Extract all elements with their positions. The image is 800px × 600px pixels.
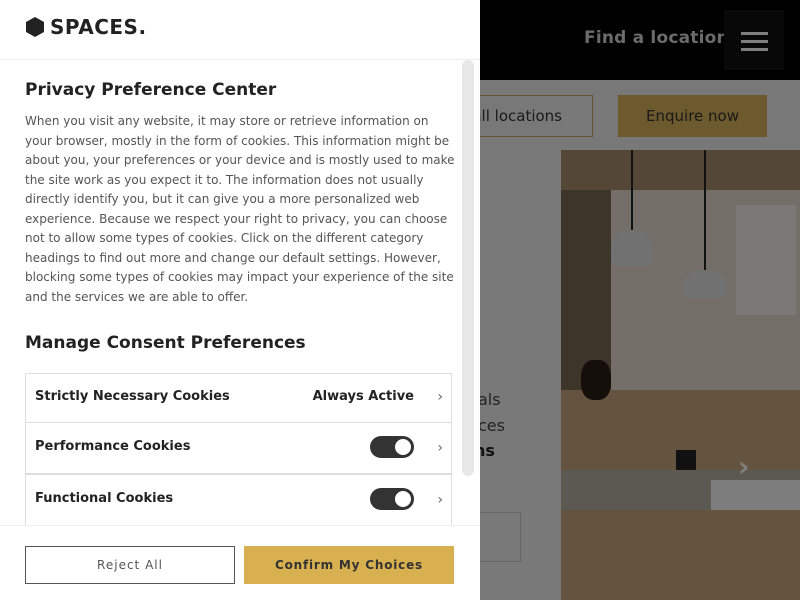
privacy-description: When you visit any website, it may store… [25, 114, 455, 304]
category-label: Functional Cookies [35, 491, 174, 506]
category-label: Strictly Necessary Cookies [35, 389, 230, 404]
panel-header: SPACES. [0, 0, 480, 60]
performance-toggle[interactable] [370, 436, 414, 458]
chevron-right-icon: › [437, 492, 443, 508]
privacy-title: Privacy Preference Center [25, 80, 277, 100]
cookie-category-functional[interactable]: Functional Cookies › [25, 474, 452, 526]
hexagon-icon [26, 17, 44, 37]
privacy-panel: SPACES. Privacy Preference Center When y… [0, 0, 480, 600]
reject-all-button[interactable]: Reject All [25, 546, 235, 584]
spaces-logo: SPACES. [26, 15, 147, 39]
panel-scrollbar[interactable] [462, 60, 474, 476]
cookie-category-performance[interactable]: Performance Cookies › [25, 422, 452, 474]
functional-toggle[interactable] [370, 488, 414, 510]
manage-consent-title: Manage Consent Preferences [25, 333, 306, 353]
chevron-right-icon: › [437, 440, 443, 456]
category-label: Performance Cookies [35, 439, 191, 454]
always-active-label: Always Active [312, 389, 414, 404]
confirm-choices-button[interactable]: Confirm My Choices [244, 546, 454, 584]
cookie-category-strictly-necessary[interactable]: Strictly Necessary Cookies Always Active… [25, 373, 452, 423]
chevron-right-icon: › [437, 389, 443, 405]
